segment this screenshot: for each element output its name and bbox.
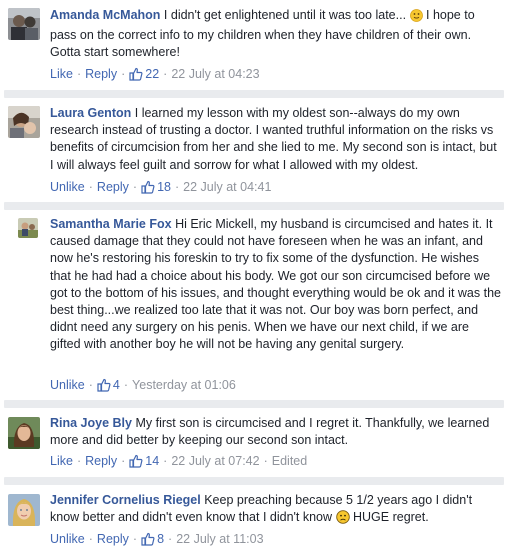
comment-divider	[4, 90, 504, 98]
like-count: 14	[145, 454, 160, 468]
comment-text: Hi Eric Mickell, my husband is circumcis…	[50, 217, 501, 352]
thumbs-up-icon	[141, 180, 155, 198]
like-count-link[interactable]: 22	[129, 67, 159, 81]
comment-body: Jennifer Cornelius Riegel Keep preaching…	[50, 492, 502, 529]
comment-actions: Like · Reply · 22 · 22 July at 04:23	[50, 66, 260, 82]
separator-dot: ·	[163, 67, 168, 81]
avatar[interactable]	[8, 417, 40, 449]
comment-text: I didn't get enlightened until it was to…	[163, 8, 410, 22]
like-count: 8	[157, 532, 165, 546]
comment-author[interactable]: Rina Joye Bly	[50, 416, 132, 430]
reply-button[interactable]: Reply	[85, 67, 117, 81]
frowning-emoji-icon	[335, 510, 350, 529]
comment-body: Samantha Marie Fox Hi Eric Mickell, my h…	[50, 216, 502, 354]
comment-divider	[4, 477, 504, 485]
comment-body: Amanda McMahon I didn't get enlightened …	[50, 7, 502, 62]
avatar[interactable]	[8, 106, 40, 138]
separator-dot: ·	[76, 454, 82, 468]
separator-dot: ·	[168, 532, 173, 546]
like-count-link[interactable]: 4	[97, 378, 120, 392]
like-count-link[interactable]: 8	[141, 532, 164, 546]
unlike-button[interactable]: Unlike	[50, 180, 85, 194]
reply-button[interactable]: Reply	[97, 180, 129, 194]
like-button[interactable]: Like	[50, 67, 73, 81]
comment-timestamp[interactable]: 22 July at 04:41	[183, 180, 271, 194]
like-count-link[interactable]: 18	[141, 180, 171, 194]
comment-author[interactable]: Laura Genton	[50, 106, 131, 120]
comment-timestamp[interactable]: 22 July at 04:23	[171, 67, 259, 81]
thumbs-up-icon	[129, 67, 143, 85]
comment-author[interactable]: Samantha Marie Fox	[50, 217, 172, 231]
unlike-button[interactable]: Unlike	[50, 378, 85, 392]
like-button[interactable]: Like	[50, 454, 73, 468]
edited-label[interactable]: Edited	[272, 454, 307, 468]
comment-timestamp[interactable]: Yesterday at 01:06	[132, 378, 236, 392]
reply-button[interactable]: Reply	[97, 532, 129, 546]
comment-actions: Unlike · Reply · 8 · 22 July at 11:03	[50, 531, 264, 547]
thumbs-up-icon	[141, 532, 155, 550]
thumbs-up-icon	[97, 378, 111, 396]
separator-dot: ·	[121, 454, 126, 468]
comment-text-continued: HUGE regret.	[349, 510, 429, 525]
thumbs-up-icon	[129, 454, 143, 472]
avatar[interactable]	[8, 494, 40, 526]
slightly-smiling-emoji-icon	[409, 9, 423, 27]
separator-dot: ·	[76, 67, 82, 81]
comment-divider	[4, 202, 504, 210]
comment-actions: Like · Reply · 14 · 22 July at 07:42 · Edited	[50, 453, 307, 469]
reply-button[interactable]: Reply	[85, 454, 117, 468]
like-count: 18	[157, 180, 171, 194]
comment-timestamp[interactable]: 22 July at 11:03	[176, 532, 263, 546]
separator-dot: ·	[163, 454, 168, 468]
unlike-button[interactable]: Unlike	[50, 532, 85, 546]
separator-dot: ·	[88, 180, 93, 194]
like-count-link[interactable]: 14	[129, 454, 159, 468]
comment-actions: Unlike · 4 · Yesterday at 01:06	[50, 377, 236, 393]
separator-dot: ·	[123, 378, 129, 392]
avatar[interactable]	[18, 218, 38, 238]
separator-dot: ·	[132, 180, 138, 194]
comment-body: Rina Joye Bly My first son is circumcise…	[50, 415, 502, 449]
comment-timestamp[interactable]: 22 July at 07:42	[171, 454, 259, 468]
separator-dot: ·	[88, 378, 93, 392]
like-count: 22	[145, 67, 160, 81]
comment-actions: Unlike · Reply · 18 · 22 July at 04:41	[50, 179, 271, 195]
comment-divider	[4, 400, 504, 408]
avatar[interactable]	[8, 8, 40, 40]
separator-dot: ·	[132, 532, 138, 546]
comment-author[interactable]: Amanda McMahon	[50, 8, 160, 22]
like-count: 4	[112, 378, 120, 392]
separator-dot: ·	[174, 180, 180, 194]
separator-dot: ·	[88, 532, 93, 546]
separator-dot: ·	[263, 454, 268, 468]
comment-author[interactable]: Jennifer Cornelius Riegel	[50, 493, 201, 507]
separator-dot: ·	[121, 67, 126, 81]
comment-body: Laura Genton I learned my lesson with my…	[50, 105, 502, 174]
